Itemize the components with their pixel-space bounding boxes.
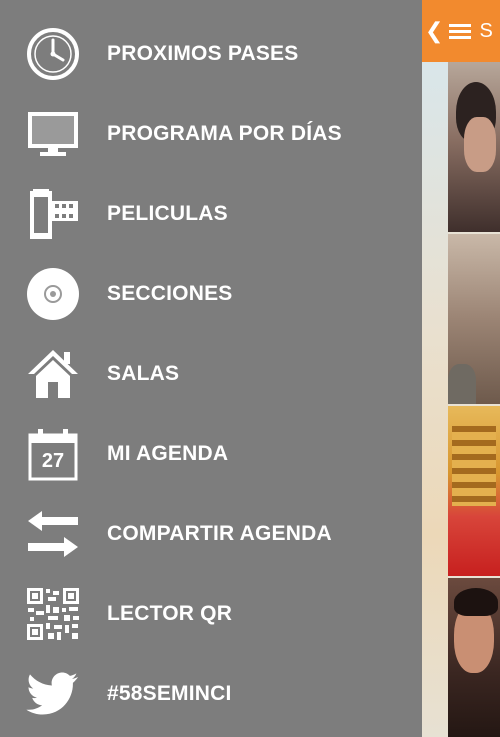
menu-item-label: PELICULAS bbox=[107, 202, 228, 225]
menu-item-label: SALAS bbox=[107, 362, 180, 385]
menu-item-mi-agenda[interactable]: 27 MI AGENDA bbox=[0, 414, 422, 494]
menu-item-secciones[interactable]: SECCIONES bbox=[0, 254, 422, 334]
film-thumbnail[interactable] bbox=[448, 406, 500, 576]
hamburger-menu-icon[interactable] bbox=[449, 23, 472, 39]
film-thumbnail[interactable] bbox=[448, 62, 500, 232]
clock-icon bbox=[25, 26, 81, 82]
menu-item-compartir-agenda[interactable]: COMPARTIR AGENDA bbox=[0, 494, 422, 574]
menu-item-peliculas[interactable]: PELICULAS bbox=[0, 174, 422, 254]
action-bar-title: S bbox=[479, 19, 493, 42]
share-arrows-icon bbox=[25, 506, 81, 562]
menu-item-twitter-seminci[interactable]: #58SEMINCI bbox=[0, 654, 422, 734]
home-icon bbox=[25, 346, 81, 402]
film-thumbnail[interactable] bbox=[448, 578, 500, 737]
navigation-drawer: PROXIMOS PASES PROGRAMA POR DÍAS PELICUL… bbox=[0, 0, 422, 737]
menu-item-label: MI AGENDA bbox=[107, 442, 229, 465]
calendar-icon: 27 bbox=[25, 426, 81, 482]
monitor-icon bbox=[25, 106, 81, 162]
menu-item-lector-qr[interactable]: LECTOR QR bbox=[0, 574, 422, 654]
menu-item-label: LECTOR QR bbox=[107, 602, 233, 625]
twitter-bird-icon bbox=[25, 666, 81, 722]
film-roll-icon bbox=[25, 186, 81, 242]
qr-code-icon bbox=[25, 586, 81, 642]
menu-item-proximos-pases[interactable]: PROXIMOS PASES bbox=[0, 14, 422, 94]
menu-item-label: PROGRAMA POR DÍAS bbox=[107, 122, 342, 145]
action-bar[interactable]: ❮ S bbox=[422, 0, 500, 62]
background-poster bbox=[422, 62, 448, 737]
calendar-day-number: 27 bbox=[41, 450, 65, 472]
main-content-peek: ❮ S bbox=[422, 0, 500, 737]
disc-icon bbox=[25, 266, 81, 322]
menu-item-programa-por-dias[interactable]: PROGRAMA POR DÍAS bbox=[0, 94, 422, 174]
back-chevron-icon[interactable]: ❮ bbox=[425, 18, 443, 44]
film-thumbnail[interactable] bbox=[448, 234, 500, 404]
menu-item-salas[interactable]: SALAS bbox=[0, 334, 422, 414]
menu-item-label: #58SEMINCI bbox=[107, 682, 232, 705]
menu-item-label: COMPARTIR AGENDA bbox=[107, 522, 332, 545]
menu-item-label: SECCIONES bbox=[107, 282, 233, 305]
menu-item-label: PROXIMOS PASES bbox=[107, 42, 299, 65]
